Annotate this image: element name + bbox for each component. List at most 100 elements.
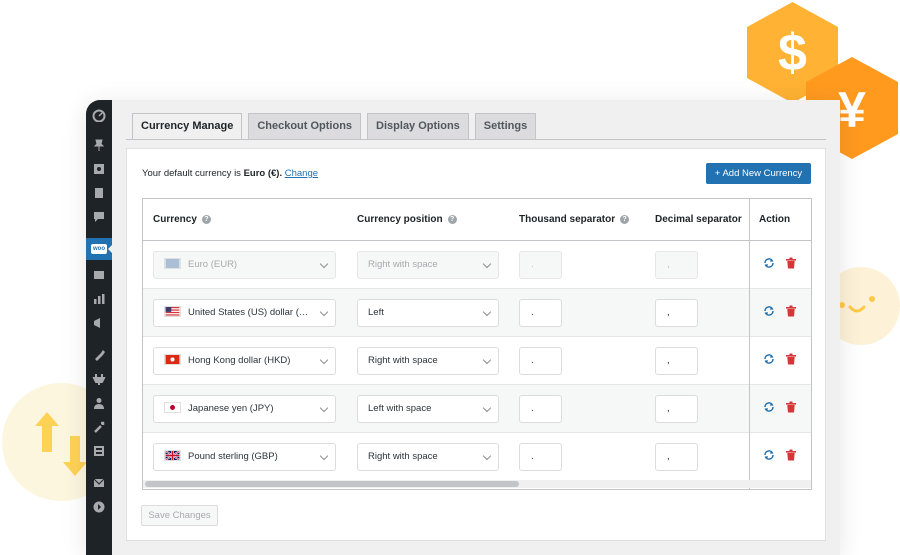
tabs-divider xyxy=(126,139,826,140)
position-select: Right with space xyxy=(357,251,499,279)
wp-admin-sidebar: woo xyxy=(86,100,113,555)
hk-flag-icon xyxy=(164,354,181,365)
collapse-menu-icon[interactable] xyxy=(92,500,106,514)
settings-icon[interactable] xyxy=(92,444,106,458)
users-icon[interactable] xyxy=(92,396,106,410)
position-select[interactable]: Right with space xyxy=(357,347,499,375)
change-default-link[interactable]: Change xyxy=(285,168,318,179)
chevron-down-icon xyxy=(319,451,329,461)
gb-flag-icon xyxy=(164,450,181,461)
help-icon[interactable]: ? xyxy=(447,215,457,224)
help-icon[interactable]: ? xyxy=(620,215,630,224)
appearance-icon[interactable] xyxy=(92,348,106,362)
delete-icon[interactable] xyxy=(785,449,797,461)
default-currency-prefix: Your default currency is xyxy=(142,168,244,179)
tab-settings[interactable]: Settings xyxy=(474,113,537,139)
default-currency-text: Your default currency is Euro (€). Chang… xyxy=(142,168,318,179)
yen-symbol: ¥ xyxy=(838,82,866,138)
jp-flag-icon xyxy=(164,402,181,413)
delete-icon[interactable] xyxy=(785,257,797,269)
thousand-separator-input[interactable]: . xyxy=(519,443,562,471)
header-currency: Currency? xyxy=(153,199,211,241)
help-icon[interactable]: ? xyxy=(201,215,211,224)
action-column-divider xyxy=(749,199,750,489)
marketing-icon[interactable] xyxy=(92,316,106,330)
decimal-separator-input[interactable]: , xyxy=(655,395,698,423)
chevron-down-icon xyxy=(482,355,492,365)
default-currency-value: Euro (€). xyxy=(243,168,283,179)
decimal-separator-input[interactable]: , xyxy=(655,347,698,375)
refresh-icon[interactable] xyxy=(763,353,775,365)
position-value: Right with space xyxy=(368,355,438,366)
tab-currency-manage[interactable]: Currency Manage xyxy=(132,113,243,140)
refresh-icon[interactable] xyxy=(763,257,775,269)
dashboard-icon[interactable] xyxy=(92,108,106,122)
add-new-currency-button[interactable]: + Add New Currency xyxy=(706,163,811,184)
thousand-separator-input[interactable]: . xyxy=(519,347,562,375)
table-row: Pound sterling (GBP) Right with space . … xyxy=(143,433,811,481)
table-row: United States (US) dollar (USD) Left . , xyxy=(143,289,811,337)
comments-icon[interactable] xyxy=(92,210,106,224)
header-position: Currency position? xyxy=(357,199,457,241)
save-changes-button[interactable]: Save Changes xyxy=(141,505,218,526)
position-select[interactable]: Left with space xyxy=(357,395,499,423)
products-icon[interactable] xyxy=(92,268,106,282)
analytics-icon[interactable] xyxy=(92,292,106,306)
scrollbar-thumb[interactable] xyxy=(145,481,519,487)
tab-checkout-options[interactable]: Checkout Options xyxy=(248,113,362,139)
tab-display-options[interactable]: Display Options xyxy=(367,113,469,139)
header-position-label: Currency position xyxy=(357,214,443,225)
pages-icon[interactable] xyxy=(92,186,106,200)
decimal-separator-input: , xyxy=(655,251,698,279)
horizontal-scrollbar[interactable] xyxy=(143,480,811,488)
plugins-icon[interactable] xyxy=(92,372,106,386)
header-action: Action xyxy=(759,214,791,225)
tools-icon[interactable] xyxy=(92,420,106,434)
currency-select[interactable]: Hong Kong dollar (HKD) xyxy=(153,347,336,375)
thousand-separator-input[interactable]: . xyxy=(519,395,562,423)
dollar-symbol: $ xyxy=(778,24,807,82)
delete-icon[interactable] xyxy=(785,305,797,317)
refresh-icon[interactable] xyxy=(763,401,775,413)
thousand-separator-input[interactable]: . xyxy=(519,299,562,327)
decimal-separator-input[interactable]: , xyxy=(655,299,698,327)
header-decimal: Decimal separator xyxy=(655,214,742,225)
admin-window: woo Currency Manage Checkout Options Dis… xyxy=(86,100,840,555)
position-value: Left with space xyxy=(368,403,432,414)
position-value: Left xyxy=(368,307,384,318)
position-value: Right with space xyxy=(368,259,438,270)
decimal-separator-input[interactable]: , xyxy=(655,443,698,471)
position-select[interactable]: Right with space xyxy=(357,443,499,471)
delete-icon[interactable] xyxy=(785,353,797,365)
chevron-down-icon xyxy=(482,451,492,461)
currency-value: Japanese yen (JPY) xyxy=(188,403,274,414)
table-row: Hong Kong dollar (HKD) Right with space … xyxy=(143,337,811,385)
chevron-down-icon xyxy=(482,307,492,317)
sidebar-item-woocommerce[interactable]: woo xyxy=(86,238,113,260)
chevron-down-icon xyxy=(482,259,492,269)
currency-select[interactable]: Japanese yen (JPY) xyxy=(153,395,336,423)
refresh-icon[interactable] xyxy=(763,305,775,317)
settings-tabs: Currency Manage Checkout Options Display… xyxy=(132,113,537,140)
table-header: Currency? Currency position? Thousand se… xyxy=(143,199,811,241)
table-row: Japanese yen (JPY) Left with space . , xyxy=(143,385,811,433)
chevron-down-icon xyxy=(319,355,329,365)
chevron-down-icon xyxy=(319,307,329,317)
delete-icon[interactable] xyxy=(785,401,797,413)
media-icon[interactable] xyxy=(92,162,106,176)
currency-value: Hong Kong dollar (HKD) xyxy=(188,355,291,366)
currency-value: Pound sterling (GBP) xyxy=(188,451,278,462)
refresh-icon[interactable] xyxy=(763,449,775,461)
eu-flag-icon xyxy=(164,258,181,269)
us-flag-icon xyxy=(164,306,181,317)
header-thousand: Thousand separator? xyxy=(519,199,630,241)
position-select[interactable]: Left xyxy=(357,299,499,327)
mail-icon[interactable] xyxy=(92,476,106,490)
currency-value: United States (US) dollar (USD) xyxy=(188,307,311,318)
table-row: Euro (EUR) Right with space . , xyxy=(143,241,811,289)
currency-select[interactable]: United States (US) dollar (USD) xyxy=(153,299,336,327)
pin-icon[interactable] xyxy=(92,138,106,152)
chevron-down-icon xyxy=(319,259,329,269)
chevron-down-icon xyxy=(319,403,329,413)
currency-select[interactable]: Pound sterling (GBP) xyxy=(153,443,336,471)
